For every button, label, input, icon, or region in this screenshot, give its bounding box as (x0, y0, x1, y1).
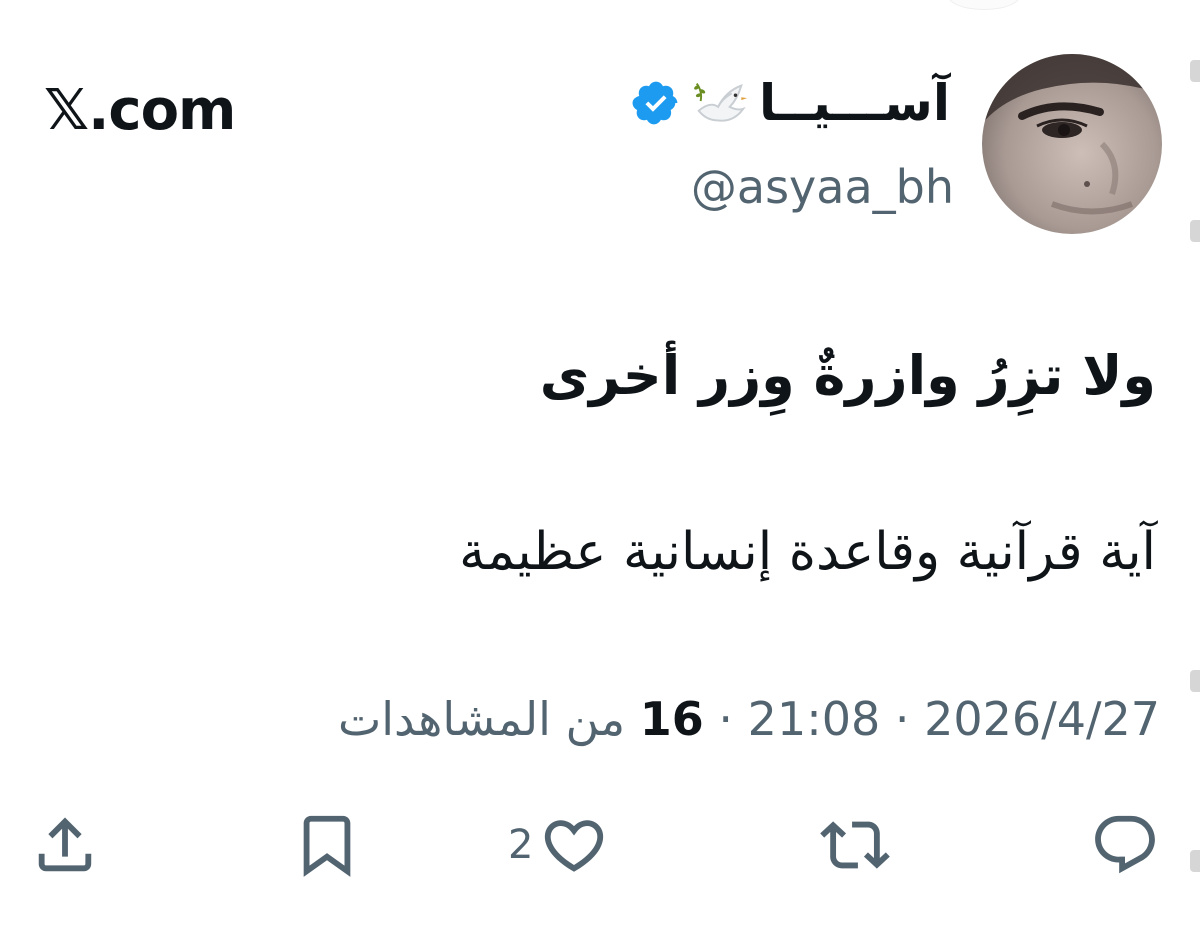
views-count: 16 (639, 692, 704, 746)
repost-button[interactable] (820, 810, 890, 880)
like-count: 2 (508, 822, 534, 868)
meta-separator: · (718, 692, 734, 746)
dove-icon (689, 72, 751, 134)
reply-button[interactable] (1090, 810, 1160, 880)
avatar[interactable] (982, 54, 1162, 234)
tweet-date[interactable]: 2026/4/27 (924, 692, 1160, 746)
tweet-text-line1: ولا تزِرُ وازرةٌ وِزر أخرى (539, 344, 1156, 407)
verified-badge-icon (631, 78, 681, 128)
edge-mark (1190, 220, 1200, 242)
tweet-meta: 2026/4/27 · 21:08 · 16 من المشاهدات (338, 692, 1160, 746)
share-icon (38, 817, 92, 872)
right-edge (1186, 30, 1200, 930)
author-name-row[interactable]: آســـيــا (631, 72, 950, 134)
tweet-text-line2: آية قرآنية وقاعدة إنسانية عظيمة (459, 522, 1156, 582)
meta-separator: · (894, 692, 910, 746)
heart-icon (545, 820, 604, 872)
tweet-actions: 2 (0, 810, 1200, 890)
bookmark-icon (303, 815, 351, 877)
edge-mark (1190, 670, 1200, 692)
edge-mark (1190, 60, 1200, 82)
tweet-time[interactable]: 21:08 (748, 692, 881, 746)
top-edge-shape (948, 0, 1020, 10)
reply-icon (1095, 815, 1155, 874)
repost-icon (820, 821, 890, 869)
share-button[interactable] (30, 810, 100, 880)
views-label: من المشاهدات (337, 692, 626, 746)
author-handle[interactable]: @asyaa_bh (691, 160, 954, 214)
bookmark-button[interactable] (292, 810, 362, 880)
avatar-image (982, 54, 1162, 234)
author-display-name[interactable]: آســـيــا (759, 74, 950, 132)
like-button[interactable]: 2 (508, 810, 609, 880)
brand-logo[interactable]: 𝕏.com (44, 78, 236, 143)
